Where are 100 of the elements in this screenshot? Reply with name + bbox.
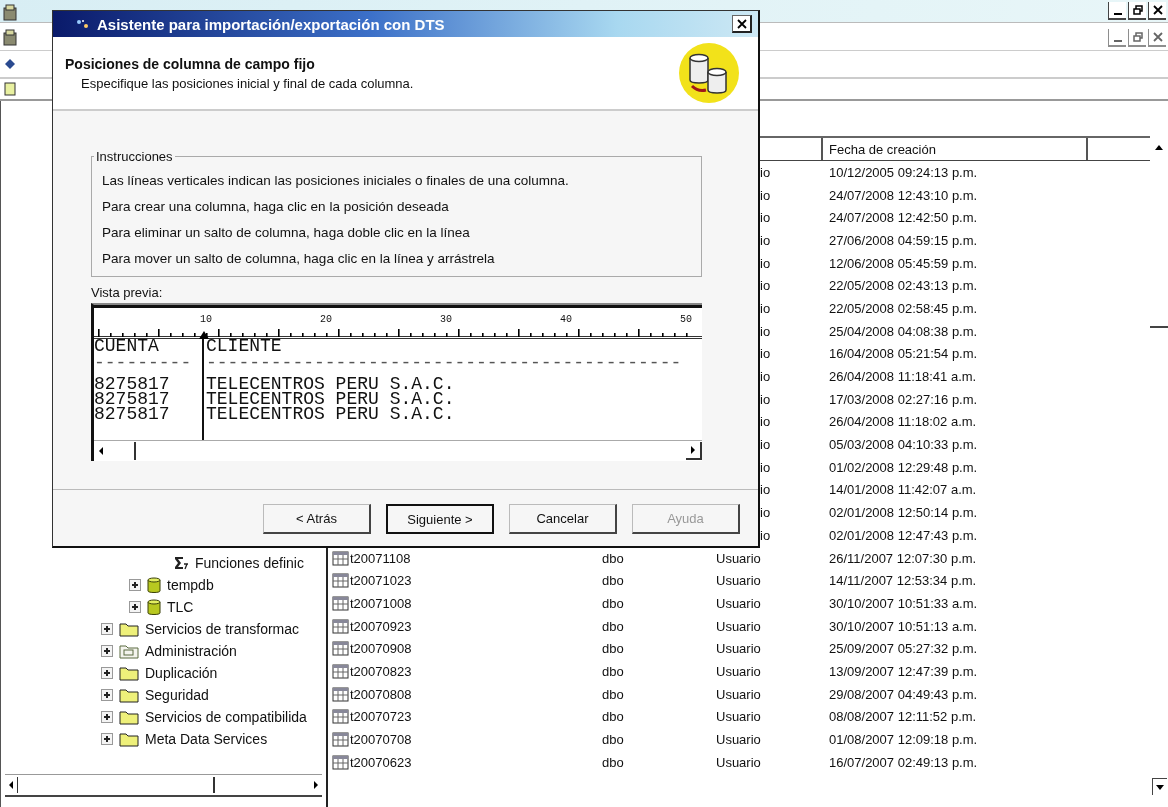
expand-toggle[interactable] (129, 601, 141, 613)
minimize-button[interactable] (1108, 2, 1126, 20)
date-cell: 25/04/2008 04:08:38 p.m. (829, 323, 978, 339)
date-cell: 25/09/2007 05:27:32 p.m. (829, 641, 978, 657)
tree-item[interactable]: TLC (167, 599, 194, 615)
type-cell: io (760, 278, 771, 294)
expand-toggle[interactable] (101, 711, 113, 723)
preview-value: 8275817 (94, 392, 171, 407)
folder-icon (119, 687, 139, 703)
minimize-icon (1113, 13, 1122, 15)
instruction-text: Para mover un salto de columna, haga clic en la línea y arrástrela (102, 250, 496, 268)
date-cell: 24/07/2008 12:42:50 p.m. (829, 210, 978, 226)
type-cell: Usuario (716, 641, 761, 657)
column-header[interactable]: Fecha de creación (823, 138, 1088, 160)
scroll-right-icon[interactable] (686, 442, 702, 460)
tree-item[interactable]: Meta Data Services (145, 731, 268, 747)
date-cell: 27/06/2008 04:59:15 p.m. (829, 232, 978, 248)
table-icon (332, 595, 349, 611)
type-cell: Usuario (716, 732, 761, 748)
wizard-button[interactable]: Cancelar (509, 504, 617, 534)
table-name[interactable]: t20070823 (350, 663, 412, 679)
tree-item[interactable]: Servicios de compatibilida (145, 709, 307, 725)
tree-item[interactable]: Duplicación (145, 665, 218, 681)
dialog-title: Asistente para importación/exportación con DTS (97, 15, 445, 33)
type-cell: io (760, 437, 771, 453)
tree-item[interactable]: Servicios de transformac (145, 621, 300, 637)
type-cell: io (760, 164, 771, 180)
document-icon (2, 29, 18, 47)
page-subheading: Especifique las posiciones inicial y final de cada columna. (80, 75, 414, 91)
table-icon (332, 732, 349, 748)
table-name[interactable]: t20070808 (350, 686, 412, 702)
tree-item[interactable]: Seguridad (145, 687, 209, 703)
tree-item[interactable]: Administración (145, 643, 237, 659)
close-icon (1152, 5, 1163, 15)
type-cell: Usuario (716, 595, 761, 611)
expand-toggle[interactable] (101, 623, 113, 635)
folder-icon (119, 731, 139, 747)
close-button[interactable] (732, 15, 752, 33)
ruler-number: 20 (320, 314, 332, 325)
type-cell: io (760, 255, 771, 271)
expand-toggle[interactable] (129, 579, 141, 591)
dash-line: --------- (94, 356, 193, 371)
table-icon (332, 618, 349, 634)
table-name[interactable]: t20070623 (350, 754, 412, 770)
console-icon[interactable] (4, 82, 16, 96)
date-cell: 02/01/2008 12:50:14 p.m. (829, 505, 978, 521)
restore-button[interactable] (1128, 2, 1146, 20)
database-icon (147, 576, 161, 594)
wizard-button[interactable]: Siguiente > (386, 504, 494, 534)
date-cell: 26/04/2008 11:18:02 a.m. (829, 414, 977, 430)
function-icon (173, 555, 189, 571)
type-cell: io (760, 232, 771, 248)
date-cell: 12/06/2008 05:45:59 p.m. (829, 255, 978, 271)
ruler-number: 50 (680, 314, 692, 325)
preview-label: Vista previa: (91, 285, 164, 302)
table-name[interactable]: t20071008 (350, 595, 412, 611)
back-icon[interactable] (4, 58, 16, 70)
date-cell: 17/03/2008 02:27:16 p.m. (829, 391, 978, 407)
table-name[interactable]: t20070923 (350, 618, 412, 634)
preview-value: 8275817 (94, 377, 171, 392)
date-cell: 30/10/2007 10:51:13 a.m. (829, 618, 978, 634)
table-name[interactable]: t20071108 (350, 550, 411, 566)
owner-cell: dbo (602, 618, 624, 634)
wizard-button[interactable]: < Atrás (263, 504, 371, 534)
expand-toggle[interactable] (101, 667, 113, 679)
owner-cell: dbo (602, 550, 624, 566)
column-ruler[interactable]: 10 20 30 40 50 (94, 305, 702, 339)
owner-cell: dbo (602, 754, 624, 770)
expand-toggle[interactable] (101, 733, 113, 745)
restore-icon (1132, 32, 1143, 42)
type-cell: io (760, 505, 771, 521)
date-cell: 13/09/2007 12:47:39 p.m. (829, 663, 978, 679)
table-icon (332, 573, 349, 589)
minimize-icon (1113, 40, 1122, 42)
table-name[interactable]: t20070708 (350, 732, 412, 748)
preview-value: TELECENTROS PERU S.A.C. (206, 377, 456, 392)
table-name[interactable]: t20070908 (350, 641, 412, 657)
type-cell: io (760, 346, 771, 362)
table-name[interactable]: t20070723 (350, 709, 412, 725)
type-cell: Usuario (716, 573, 761, 589)
type-cell: io (760, 391, 771, 407)
expand-toggle[interactable] (101, 645, 113, 657)
tree-item[interactable]: Funciones definic (195, 555, 304, 571)
close-icon (1152, 32, 1163, 42)
scroll-down-icon[interactable] (1151, 778, 1167, 795)
database-logo-icon (678, 42, 740, 104)
horizontal-scrollbar[interactable] (94, 440, 702, 461)
expand-toggle[interactable] (101, 689, 113, 701)
table-name[interactable]: t20071023 (350, 573, 412, 589)
break-marker-icon[interactable] (199, 331, 209, 339)
tree-item[interactable]: tempdb (167, 577, 214, 593)
type-cell: io (760, 527, 771, 543)
folder-icon (119, 643, 139, 659)
close-button[interactable] (1148, 2, 1166, 20)
date-cell: 30/10/2007 10:51:33 a.m. (829, 595, 978, 611)
close-icon (736, 18, 747, 29)
ruler-number: 40 (560, 314, 572, 325)
date-cell: 01/02/2008 12:29:48 p.m. (829, 459, 978, 475)
horizontal-scrollbar[interactable] (5, 774, 322, 797)
date-cell: 14/01/2008 11:42:07 a.m. (829, 482, 977, 498)
